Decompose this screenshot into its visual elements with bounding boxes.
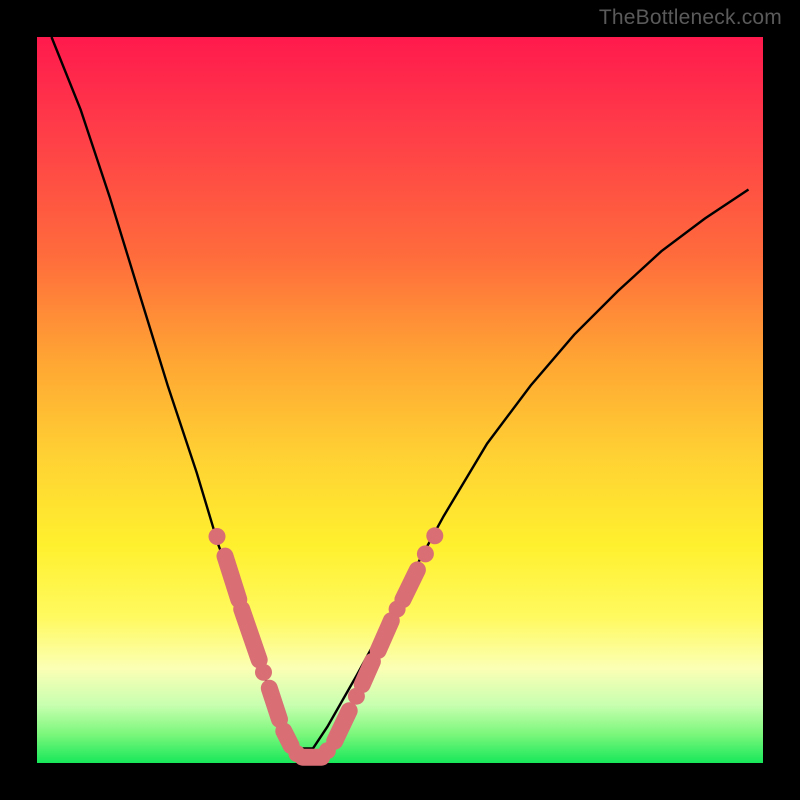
marker-bar <box>378 621 391 651</box>
chart-overlay <box>37 37 763 763</box>
marker-bar <box>362 661 372 684</box>
marker-bar <box>242 609 260 660</box>
marker-dot <box>255 664 272 681</box>
marker-dot <box>209 528 226 545</box>
marker-bar <box>403 570 418 600</box>
marker-bar <box>284 731 291 746</box>
chart-frame: TheBottleneck.com <box>0 0 800 800</box>
marker-bar <box>335 711 350 742</box>
watermark-text: TheBottleneck.com <box>599 6 782 30</box>
marker-bar <box>225 556 239 600</box>
v-curve-path <box>52 37 749 749</box>
marker-bar <box>269 688 279 719</box>
marker-dot <box>426 527 443 544</box>
marker-dot <box>417 545 434 562</box>
